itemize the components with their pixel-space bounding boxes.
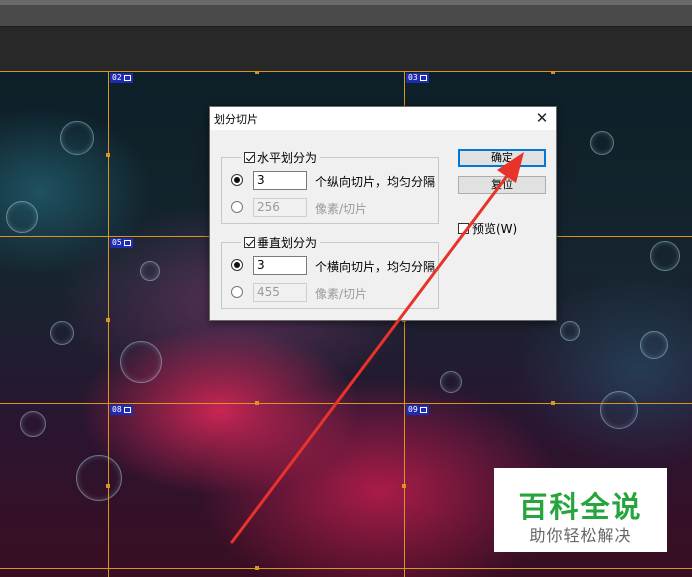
watermark-logo: 百科全说 助你轻松解决 xyxy=(494,468,667,552)
arrow-shaft xyxy=(230,170,512,544)
watermark-subtitle: 助你轻松解决 xyxy=(529,526,632,545)
arrow-head xyxy=(497,152,524,183)
watermark-title: 百科全说 xyxy=(518,490,643,524)
